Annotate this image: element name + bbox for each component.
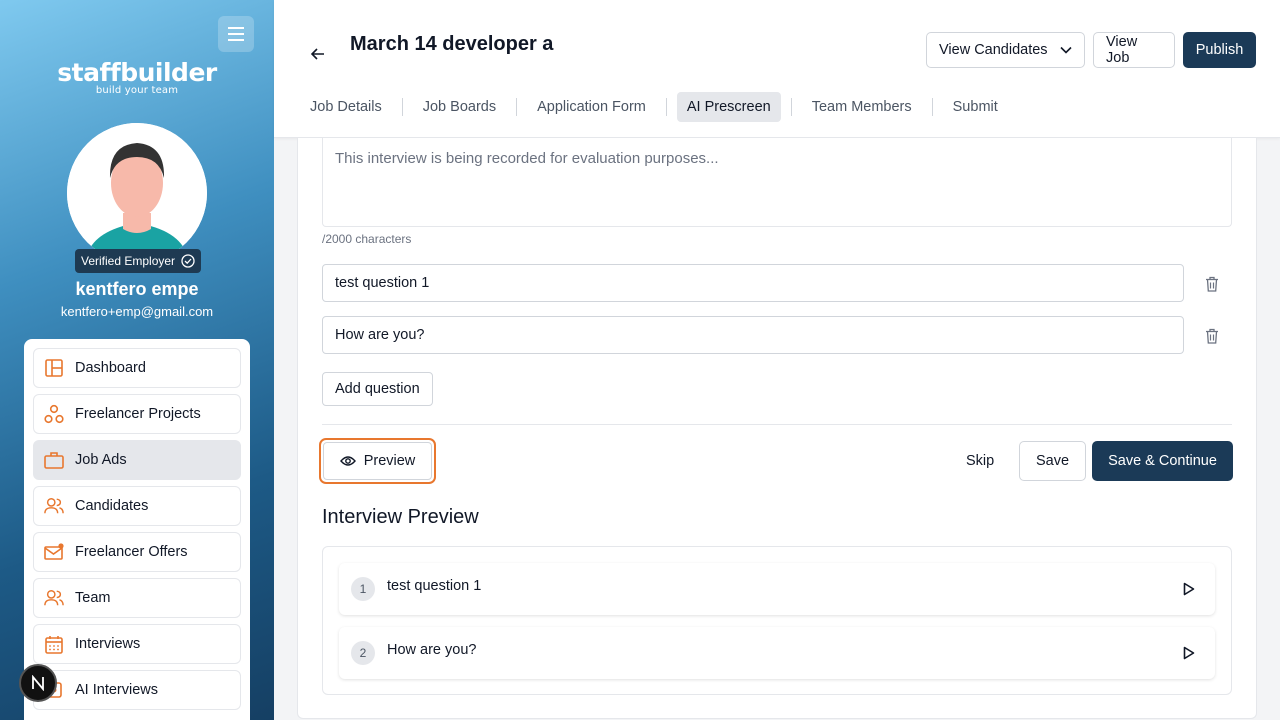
logo-wordmark: staffbuilder [57, 58, 217, 87]
tab-divider [790, 98, 792, 116]
char-count: /2000 characters [322, 232, 412, 246]
play-button[interactable] [1179, 643, 1199, 663]
question-number: 2 [351, 641, 375, 665]
chevron-down-icon [1060, 46, 1072, 54]
trash-icon [1206, 328, 1218, 344]
sidebar-item-dashboard[interactable]: Dashboard [33, 348, 241, 388]
play-button[interactable] [1179, 579, 1199, 599]
publish-button[interactable]: Publish [1183, 32, 1256, 68]
eye-icon [339, 456, 356, 466]
divider [322, 424, 1232, 425]
sidebar-item-label: Job Ads [75, 452, 127, 468]
sidebar-item-label: Freelancer Offers [75, 544, 188, 560]
interview-preview-list: 1 test question 1 2 How are you? [322, 546, 1232, 695]
question-text: How are you? [387, 642, 477, 658]
step-tabs: Job Details Job Boards Application Form … [300, 92, 1008, 122]
play-icon [1183, 582, 1195, 596]
question-number: 1 [351, 577, 375, 601]
sidebar-item-label: Freelancer Projects [75, 406, 201, 422]
view-candidates-dropdown[interactable]: View Candidates [926, 32, 1085, 68]
dashboard-icon [44, 358, 64, 378]
avatar [67, 123, 207, 263]
save-button[interactable]: Save [1019, 441, 1087, 481]
sidebar-item-candidates[interactable]: Candidates [33, 486, 241, 526]
sidebar-item-team[interactable]: Team [33, 578, 241, 618]
sidebar-item-freelancer-projects[interactable]: Freelancer Projects [33, 394, 241, 434]
preview-question-item: 1 test question 1 [339, 563, 1215, 615]
n-logo-icon [32, 675, 44, 691]
intro-textarea[interactable]: This interview is being recorded for eva… [322, 138, 1232, 227]
tab-divider [665, 98, 667, 116]
sidebar-item-label: Dashboard [75, 360, 146, 376]
question-text: test question 1 [387, 578, 482, 594]
play-icon [1183, 646, 1195, 660]
sidebar-item-ai-interviews[interactable]: AI Interviews [33, 670, 241, 710]
sidebar-item-label: AI Interviews [75, 682, 158, 698]
tab-application-form[interactable]: Application Form [527, 92, 656, 122]
trash-icon [1206, 276, 1218, 292]
logo-tagline: build your team [95, 85, 179, 96]
calendar-icon [44, 634, 64, 654]
n-floating-button[interactable] [19, 664, 57, 702]
badge-label: Verified Employer [81, 254, 176, 268]
tab-team-members[interactable]: Team Members [802, 92, 922, 122]
question-input[interactable]: test question 1 [322, 264, 1184, 302]
question-input[interactable]: How are you? [322, 316, 1184, 354]
sidebar-item-label: Team [75, 590, 111, 606]
tab-submit[interactable]: Submit [943, 92, 1008, 122]
hamburger-icon [228, 27, 244, 41]
page-title: March 14 developer a [350, 33, 554, 55]
tab-divider [401, 98, 403, 116]
skip-button[interactable]: Skip [956, 441, 1004, 481]
users-icon [44, 496, 64, 516]
tab-divider [516, 98, 518, 116]
prescreen-form: This interview is being recorded for eva… [297, 138, 1257, 719]
user-email: kentfero+emp@gmail.com [60, 304, 214, 319]
delete-question-button[interactable] [1202, 274, 1222, 294]
menu-toggle-button[interactable] [218, 16, 254, 52]
tab-job-boards[interactable]: Job Boards [413, 92, 506, 122]
sidebar-item-freelancer-offers[interactable]: Freelancer Offers [33, 532, 241, 572]
delete-question-button[interactable] [1202, 326, 1222, 346]
tab-ai-prescreen[interactable]: AI Prescreen [676, 92, 781, 122]
add-question-button[interactable]: Add question [322, 372, 433, 406]
sidebar-nav: Dashboard Freelancer Projects Job Ads Ca… [24, 339, 250, 720]
sidebar-item-label: Interviews [75, 636, 141, 652]
view-candidates-label: View Candidates [939, 42, 1048, 58]
team-icon [44, 588, 64, 608]
briefcase-icon [44, 450, 64, 470]
back-button[interactable] [308, 44, 328, 64]
sidebar-item-job-ads[interactable]: Job Ads [33, 440, 241, 480]
sidebar: staffbuilder build your team Verified Em… [0, 0, 274, 720]
preview-button-inner: Preview [323, 442, 432, 480]
preview-button[interactable]: Preview [319, 438, 436, 484]
verified-employer-badge: Verified Employer [75, 249, 202, 273]
check-circle-icon [181, 254, 195, 268]
sidebar-item-label: Candidates [75, 498, 149, 514]
save-continue-button[interactable]: Save & Continue [1092, 441, 1233, 481]
page-header: March 14 developer a View Candidates Vie… [274, 0, 1280, 138]
view-job-button[interactable]: View Job [1093, 32, 1175, 68]
preview-question-item: 2 How are you? [339, 627, 1215, 679]
preview-label: Preview [363, 453, 416, 469]
logo: staffbuilder build your team [0, 58, 274, 96]
projects-icon [44, 404, 64, 424]
tab-divider [931, 98, 933, 116]
mail-icon [44, 542, 64, 562]
tab-job-details[interactable]: Job Details [300, 92, 392, 122]
arrow-left-icon [311, 48, 324, 60]
sidebar-item-interviews[interactable]: Interviews [33, 624, 241, 664]
user-name: kentfero empe [75, 279, 199, 299]
interview-preview-title: Interview Preview [322, 506, 479, 528]
